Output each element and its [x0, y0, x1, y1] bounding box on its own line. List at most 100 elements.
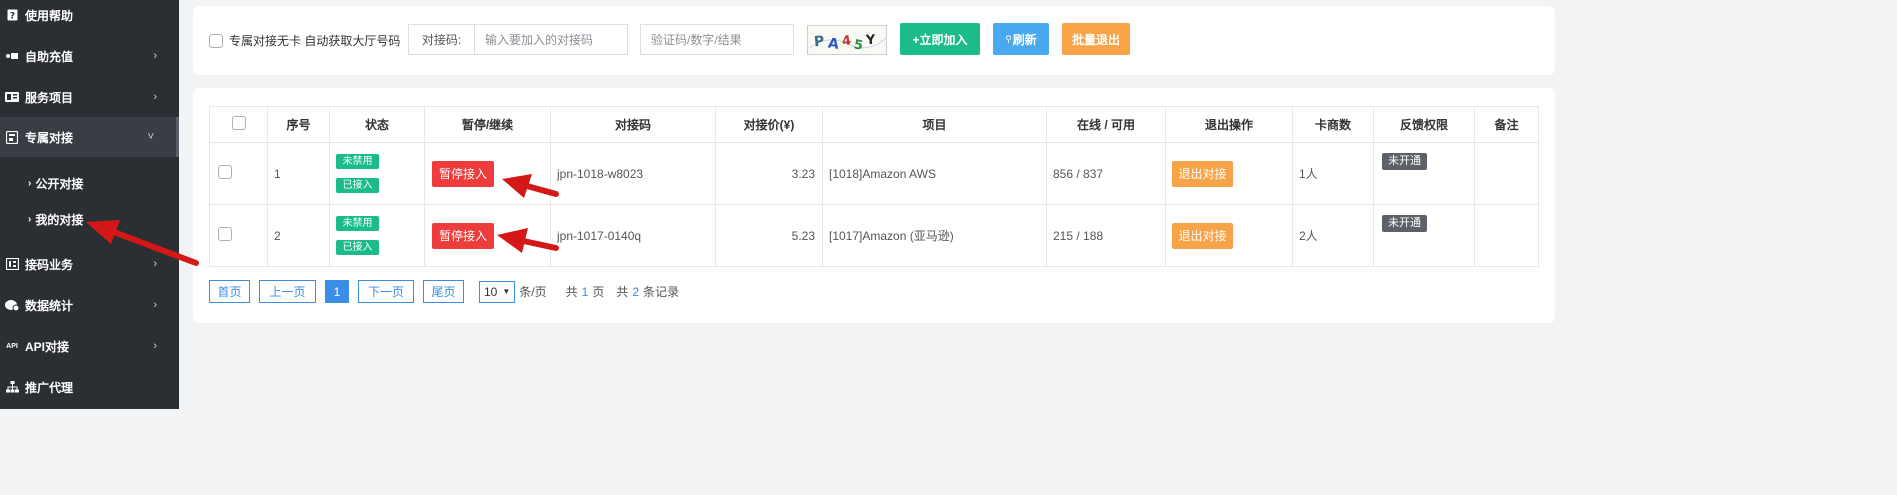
svg-text:A: A	[827, 36, 840, 53]
batch-exit-button[interactable]: 批量退出	[1062, 23, 1130, 55]
row-feedback: 未开通	[1373, 142, 1475, 205]
column-header: 退出操作	[1165, 106, 1293, 143]
dedicated-icon	[0, 130, 24, 144]
code-business-icon	[0, 258, 24, 270]
last-page-button[interactable]: 尾页	[423, 280, 464, 303]
auto-fetch-label: 专属对接无卡 自动获取大厅号码	[229, 34, 401, 48]
row-note	[1474, 142, 1539, 205]
pagination: 首页 上一页 1 下一页 尾页 10 ▼ 条/页 共 1 页 共 2 条记录	[209, 280, 679, 303]
table-row: 2 未禁用 已接入 暂停接入 jpn-1017-0140q 5.23 [1017…	[209, 204, 1539, 267]
refresh-label: 刷新	[1012, 32, 1037, 47]
row-price: 3.23	[715, 142, 823, 205]
column-header: 暂停/继续	[424, 106, 551, 143]
code-input-label: 对接码:	[409, 25, 475, 54]
row-code: jpn-1017-0140q	[550, 204, 716, 267]
first-page-button[interactable]: 首页	[209, 280, 250, 303]
column-header: 备注	[1474, 106, 1539, 143]
exit-button[interactable]: 退出对接	[1172, 222, 1233, 249]
api-icon: API	[6, 342, 18, 350]
connection-table: 序号 状态 暂停/继续 对接码 对接价(¥) 项目 在线 / 可用 退出操作 卡…	[209, 106, 1539, 267]
chevron-right-icon: ›	[153, 340, 157, 352]
sidebar-item-recharge[interactable]: 自助充值 ›	[0, 36, 179, 76]
next-page-button[interactable]: 下一页	[358, 280, 414, 303]
pause-button[interactable]: 暂停接入	[432, 222, 494, 249]
row-index: 1	[267, 142, 330, 205]
prev-page-button[interactable]: 上一页	[259, 280, 316, 303]
auto-fetch-option[interactable]: 专属对接无卡 自动获取大厅号码	[209, 32, 400, 49]
refresh-button[interactable]: ⚲ 刷新	[993, 23, 1049, 55]
chevron-right-icon: ›	[153, 299, 157, 311]
sidebar-subitem-label: 公开对接	[35, 176, 84, 191]
row-select[interactable]	[209, 204, 268, 267]
pause-button[interactable]: 暂停接入	[432, 160, 494, 187]
service-icon	[0, 92, 24, 102]
sidebar-subitem-mine[interactable]: › 我的对接	[28, 204, 83, 234]
code-input-group: 对接码: 输入要加入的对接码	[408, 24, 628, 55]
stats-icon	[0, 299, 24, 311]
svg-text:4: 4	[841, 33, 852, 49]
chevron-right-icon: ›	[153, 91, 157, 103]
caret-right-icon: ›	[28, 177, 32, 189]
sidebar-item-label: 数据统计	[25, 298, 74, 313]
status-badge: 已接入	[336, 178, 379, 193]
table-header-row: 序号 状态 暂停/继续 对接码 对接价(¥) 项目 在线 / 可用 退出操作 卡…	[209, 106, 1539, 143]
join-toolbar: 专属对接无卡 自动获取大厅号码 对接码: 输入要加入的对接码 验证码/数字/结果…	[193, 6, 1555, 75]
column-header: 卡商数	[1292, 106, 1374, 143]
sidebar-item-label: 自助充值	[25, 49, 74, 64]
column-header: 状态	[329, 106, 425, 143]
status-badge: 已接入	[336, 240, 379, 255]
chevron-right-icon: ›	[153, 50, 157, 62]
status-badge: 未禁用	[336, 216, 379, 231]
row-online: 215 / 188	[1046, 204, 1166, 267]
recharge-icon	[0, 51, 24, 61]
exit-button[interactable]: 退出对接	[1172, 160, 1233, 187]
help-icon: ?	[0, 9, 24, 21]
total-pages-prefix: 共	[565, 285, 578, 299]
chevron-down-icon: ˅	[147, 131, 154, 143]
total-pages-suffix: 页	[592, 285, 605, 299]
total-pages-value: 1	[581, 284, 589, 299]
sidebar-item-code-business[interactable]: 接码业务 ›	[0, 244, 179, 284]
row-price: 5.23	[715, 204, 823, 267]
captcha-input[interactable]: 验证码/数字/结果	[640, 24, 794, 55]
row-online: 856 / 837	[1046, 142, 1166, 205]
caret-right-icon: ›	[28, 213, 32, 225]
row-code: jpn-1018-w8023	[550, 142, 716, 205]
sidebar-item-services[interactable]: 服务项目 ›	[0, 77, 179, 117]
row-status: 未禁用 已接入	[329, 204, 425, 267]
search-icon: ⚲	[1005, 33, 1012, 44]
code-input[interactable]: 输入要加入的对接码	[475, 31, 593, 48]
column-header: 项目	[822, 106, 1047, 143]
row-status: 未禁用 已接入	[329, 142, 425, 205]
svg-text:?: ?	[9, 12, 14, 22]
sidebar-item-api[interactable]: API API对接 ›	[0, 326, 179, 366]
row-index: 2	[267, 204, 330, 267]
row-select[interactable]	[209, 142, 268, 205]
page-size-select[interactable]: 10 ▼	[479, 280, 516, 303]
select-all-checkbox[interactable]	[231, 116, 246, 130]
row-checkbox[interactable]	[218, 227, 232, 241]
sidebar-item-promotion[interactable]: 推广代理	[0, 367, 179, 407]
row-checkbox[interactable]	[218, 165, 232, 179]
join-button[interactable]: +立即加入	[900, 23, 980, 55]
page-size-value: 10	[484, 284, 498, 299]
row-pause: 暂停接入	[424, 204, 551, 267]
auto-fetch-checkbox[interactable]	[209, 33, 223, 48]
current-page-button[interactable]: 1	[325, 280, 349, 303]
column-header: 对接价(¥)	[715, 106, 823, 143]
sidebar-item-stats[interactable]: 数据统计 ›	[0, 285, 179, 325]
sidebar-subitem-public[interactable]: › 公开对接	[28, 168, 83, 198]
row-project: [1018]Amazon AWS	[822, 142, 1047, 205]
select-all-header[interactable]	[209, 106, 268, 143]
captcha-image[interactable]: P A 4 5 Y	[807, 25, 887, 55]
sitemap-icon	[0, 381, 24, 393]
sidebar-item-label: 使用帮助	[25, 8, 74, 23]
sidebar-item-dedicated[interactable]: 专属对接 ˅	[0, 117, 179, 157]
sidebar-item-label: API对接	[25, 339, 70, 354]
connection-table-card: 序号 状态 暂停/继续 对接码 对接价(¥) 项目 在线 / 可用 退出操作 卡…	[193, 88, 1555, 323]
sidebar-item-help[interactable]: ? 使用帮助	[0, 0, 179, 35]
column-header: 对接码	[550, 106, 716, 143]
table-row: 1 未禁用 已接入 暂停接入 jpn-1018-w8023 3.23 [1018…	[209, 142, 1539, 205]
row-exit: 退出对接	[1165, 204, 1293, 267]
row-project: [1017]Amazon (亚马逊)	[822, 204, 1047, 267]
